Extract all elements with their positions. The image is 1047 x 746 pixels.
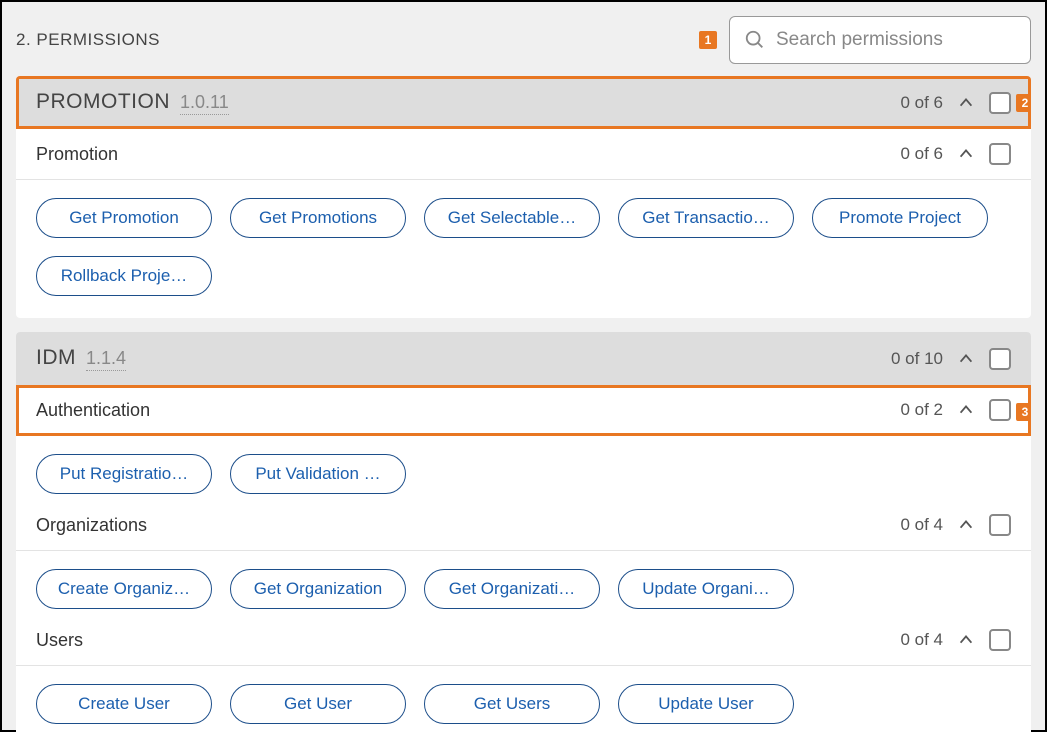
permission-chip[interactable]: Update User	[618, 684, 794, 724]
chevron-up-icon[interactable]	[957, 631, 975, 649]
chevron-up-icon[interactable]	[957, 94, 975, 112]
permission-group: IDM 1.1.4 0 of 10 3 Authentication 0 of …	[16, 332, 1031, 746]
permission-chip[interactable]: Put Validation …	[230, 454, 406, 494]
annotation-marker-1: 1	[699, 31, 717, 49]
subgroup-count: 0 of 2	[900, 400, 943, 420]
permission-chip[interactable]: Get Organizati…	[424, 569, 600, 609]
subgroup-title: Promotion	[36, 144, 118, 165]
group-checkbox[interactable]	[989, 92, 1011, 114]
subgroup-header-users[interactable]: Users 0 of 4	[16, 615, 1031, 666]
chips-row: Create Organiz… Get Organization Get Org…	[16, 551, 1031, 615]
subgroup-header-promotion[interactable]: Promotion 0 of 6	[16, 129, 1031, 180]
permission-chip[interactable]: Get Selectable…	[424, 198, 600, 238]
permission-chip[interactable]: Get Users	[424, 684, 600, 724]
chevron-up-icon[interactable]	[957, 145, 975, 163]
subgroup-checkbox[interactable]	[989, 629, 1011, 651]
permission-chip[interactable]: Get Transactio…	[618, 198, 794, 238]
permission-chip[interactable]: Get Promotion	[36, 198, 212, 238]
subgroup-header-organizations[interactable]: Organizations 0 of 4	[16, 500, 1031, 551]
permission-chip[interactable]: Get Promotions	[230, 198, 406, 238]
subgroup-checkbox[interactable]	[989, 514, 1011, 536]
permission-chip[interactable]: Create User	[36, 684, 212, 724]
permission-chip[interactable]: Promote Project	[812, 198, 988, 238]
annotation-marker-2: 2	[1016, 94, 1031, 112]
search-icon	[744, 29, 766, 51]
search-box[interactable]	[729, 16, 1031, 64]
permission-group: 2 PROMOTION 1.0.11 0 of 6 Promotion 0 of…	[16, 76, 1031, 318]
subgroup-checkbox[interactable]	[989, 143, 1011, 165]
permission-chip[interactable]: Get Organization	[230, 569, 406, 609]
permission-chip[interactable]: Get User	[230, 684, 406, 724]
subgroup-count: 0 of 6	[900, 144, 943, 164]
chevron-up-icon[interactable]	[957, 401, 975, 419]
permission-chip[interactable]: Put Registratio…	[36, 454, 212, 494]
subgroup-checkbox[interactable]	[989, 399, 1011, 421]
topbar: 2. PERMISSIONS 1	[16, 2, 1031, 76]
group-title: IDM	[36, 346, 76, 370]
subgroup-count: 0 of 4	[900, 515, 943, 535]
permission-chip[interactable]: Rollback Proje…	[36, 256, 212, 296]
permission-chip[interactable]: Create Organiz…	[36, 569, 212, 609]
annotation-marker-3: 3	[1016, 403, 1031, 421]
group-header-idm[interactable]: IDM 1.1.4 0 of 10	[16, 332, 1031, 385]
group-title: PROMOTION	[36, 90, 170, 114]
group-header-promotion[interactable]: PROMOTION 1.0.11 0 of 6	[16, 76, 1031, 129]
subgroup-title: Organizations	[36, 515, 147, 536]
permissions-panel: 2. PERMISSIONS 1 2 PROMOTION 1.0.11 0 of…	[2, 2, 1045, 730]
group-count: 0 of 6	[900, 93, 943, 113]
chips-row: Put Registratio… Put Validation …	[16, 436, 1031, 500]
subgroup-title: Users	[36, 630, 83, 651]
chevron-up-icon[interactable]	[957, 350, 975, 368]
subgroup-count: 0 of 4	[900, 630, 943, 650]
topbar-right: 1	[699, 16, 1031, 64]
subgroup-header-authentication[interactable]: Authentication 0 of 2	[16, 385, 1031, 436]
group-count: 0 of 10	[891, 349, 943, 369]
subgroup-title: Authentication	[36, 400, 150, 421]
group-version: 1.0.11	[180, 92, 229, 115]
group-version: 1.1.4	[86, 348, 126, 371]
chips-row: Create User Get User Get Users Update Us…	[16, 666, 1031, 746]
group-checkbox[interactable]	[989, 348, 1011, 370]
permission-chip[interactable]: Update Organi…	[618, 569, 794, 609]
chevron-up-icon[interactable]	[957, 516, 975, 534]
chips-row: Get Promotion Get Promotions Get Selecta…	[16, 180, 1031, 318]
search-input[interactable]	[776, 29, 1016, 51]
page-title: 2. PERMISSIONS	[16, 30, 160, 50]
